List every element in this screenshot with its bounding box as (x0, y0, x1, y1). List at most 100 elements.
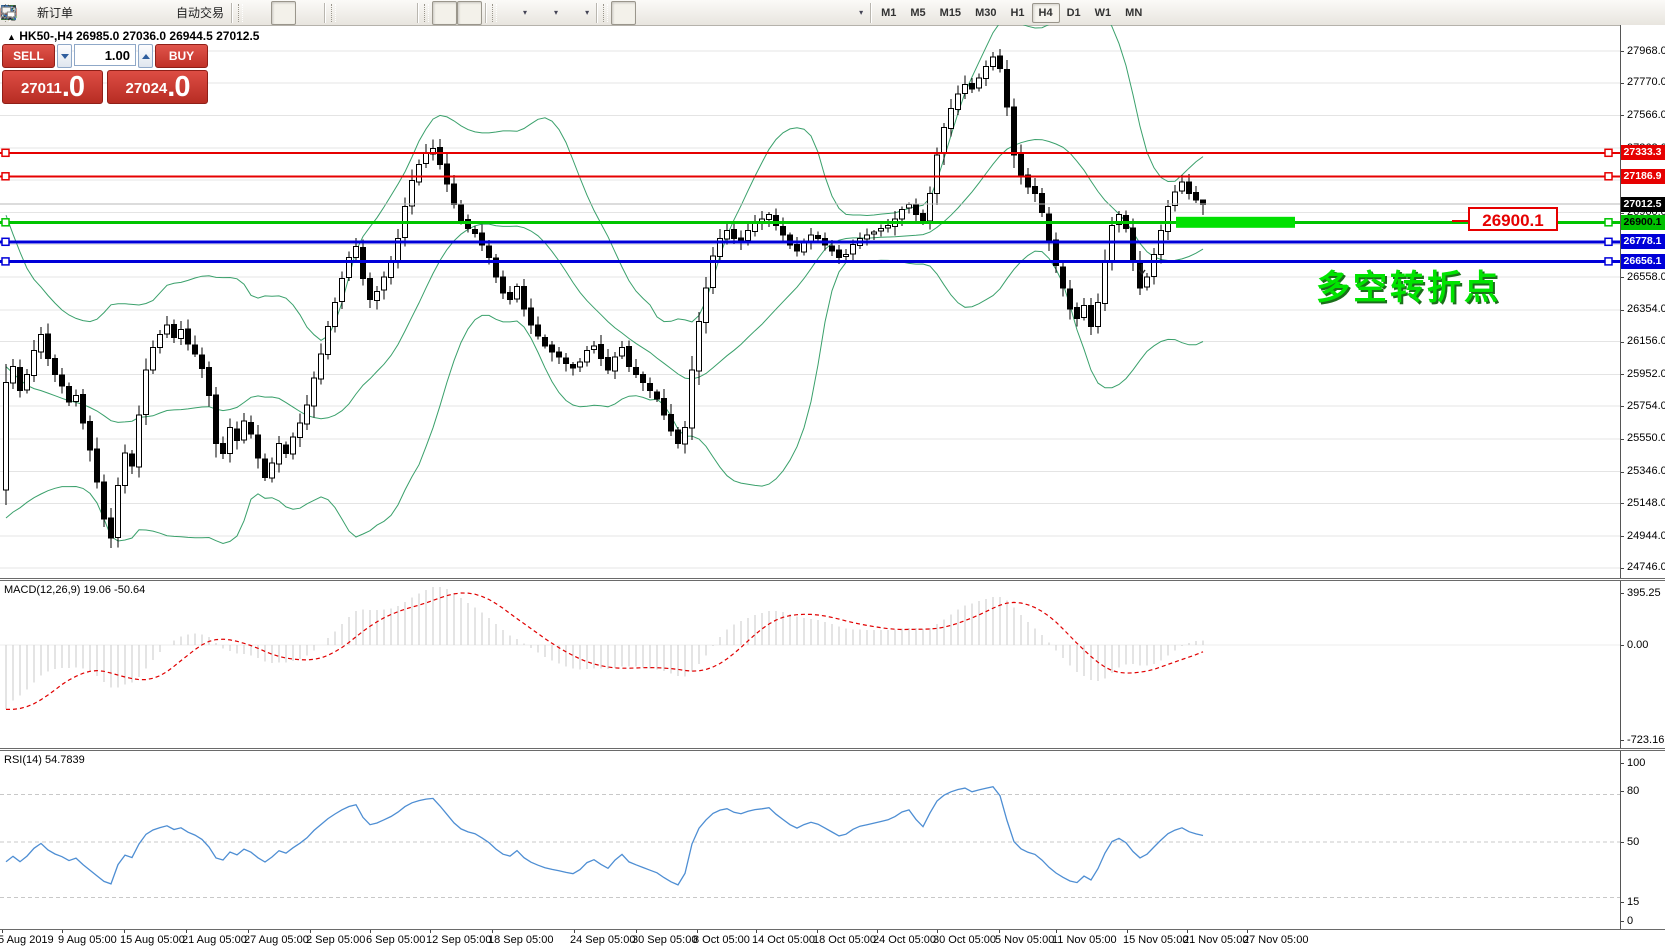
spinner-up-icon (141, 53, 150, 59)
toolbar-separator (231, 2, 233, 23)
time-tick-mark (1056, 930, 1057, 933)
vline-icon (7, 4, 682, 21)
bars-chart-button[interactable] (2, 1, 271, 25)
autotrading-button[interactable]: 自动交易 (0, 1, 228, 25)
zoom-in-button[interactable] (1, 1, 364, 25)
axis-tick-label: 25148.0 (1627, 496, 1665, 509)
pane-divider[interactable] (0, 578, 1665, 581)
time-tick-mark (186, 930, 187, 933)
time-tick-mark (430, 930, 431, 933)
main-toolbar: 新订单自动交易▾▾▾EFAT▾ M1M5M15M30H1H4D1W1MN (0, 0, 1665, 26)
rsi-indicator-label: RSI(14) 54.7839 (4, 754, 85, 766)
shapes-icon (1, 4, 857, 21)
chart-text-annotation[interactable]: 多空转折点 (1316, 260, 1501, 309)
toolbar-grip (424, 3, 430, 22)
price-line-badge-26778.1: 26778.1 (1620, 234, 1665, 250)
tile-windows-button[interactable] (1, 1, 414, 25)
price-line-badge-27012.5: 27012.5 (1620, 196, 1665, 212)
tile-windows-icon (1, 4, 410, 21)
time-tick-mark (1127, 930, 1128, 933)
price-axis[interactable]: 27968.027770.027566.027362.027164.026960… (1620, 25, 1665, 930)
fibonacci-button[interactable]: F (2, 1, 786, 25)
chat-icon (1, 4, 1651, 21)
timeframe-m1-button[interactable]: M1 (874, 3, 903, 23)
zoom-in-icon (1, 4, 360, 21)
timeframe-w1-button[interactable]: W1 (1088, 3, 1119, 23)
toolbar-right (1, 1, 1663, 25)
zoom-out-button[interactable] (1, 1, 389, 25)
timeframe-m5-button[interactable]: M5 (903, 3, 932, 23)
time-tick-label: 15 Nov 05:00 (1123, 934, 1189, 946)
highlight-trend-segment[interactable] (1176, 216, 1295, 228)
time-tick-label: 14 Oct 05:00 (752, 934, 815, 946)
signals-button[interactable] (1, 1, 152, 25)
toolbar-grip (331, 3, 337, 22)
time-tick-label: 12 Sep 05:00 (426, 934, 492, 946)
ohlc-values: 26985.0 27036.0 26944.5 27012.5 (75, 29, 260, 43)
text-label-button[interactable]: T (1, 1, 836, 25)
crosshair-button[interactable] (1, 1, 661, 25)
indicators-icon (1, 4, 521, 21)
timeframe-mn-button[interactable]: MN (1118, 3, 1149, 23)
dropdown-arrow-icon: ▾ (585, 8, 590, 17)
axis-tick-label: 0 (1627, 914, 1634, 927)
arrows-button[interactable]: ▾ (1, 1, 867, 25)
buy-price-box[interactable]: 27024.0 (107, 70, 208, 104)
time-tick-label: 6 Sep 05:00 (366, 934, 426, 946)
chart-shift-icon (3, 4, 478, 21)
time-tick-label: 27 Nov 05:00 (1243, 934, 1309, 946)
periods-button[interactable]: ▾ (1, 1, 562, 25)
axis-tick-label: 80 (1627, 784, 1640, 797)
line-chart-icon (1, 4, 317, 21)
signals-icon (1, 4, 148, 21)
timeframe-m30-button[interactable]: M30 (968, 3, 1003, 23)
time-tick-label: 30 Sep 05:00 (632, 934, 698, 946)
time-tick-mark (999, 930, 1000, 933)
candlestick-chart-button[interactable] (3, 0, 297, 25)
text-button[interactable]: A (4, 1, 811, 25)
timeframe-toolbar: M1 M5 M15 M30 H1 H4 D1 W1 MN (874, 2, 1149, 23)
volume-input[interactable] (74, 44, 136, 66)
cursor-button[interactable] (4, 0, 637, 25)
timeframe-h4-button[interactable]: H4 (1031, 2, 1060, 23)
trendline-button[interactable] (1, 1, 736, 25)
pane-divider[interactable] (0, 748, 1665, 751)
axis-tick-label: 25754.0 (1627, 399, 1665, 412)
mql5-community-button[interactable] (0, 1, 102, 25)
search-icon (1, 4, 1618, 21)
buy-button[interactable]: BUY (155, 44, 208, 68)
volume-decrease-button[interactable] (57, 44, 72, 68)
auto-scroll-button[interactable] (2, 0, 458, 25)
periods-icon (1, 4, 552, 21)
axis-tick-label: 15 (1627, 895, 1640, 908)
collapse-triangle-icon[interactable]: ▲ (7, 32, 16, 42)
time-tick-label: 5 Nov 05:00 (995, 934, 1055, 946)
sell-price-box[interactable]: 27011.0 (2, 70, 103, 104)
new-order-button[interactable]: 新订单 (1, 1, 77, 25)
rsi-pane-plot[interactable] (0, 751, 1620, 929)
time-axis[interactable]: 5 Aug 2019 9 Aug 05:00 15 Aug 05:00 21 Aug … (0, 929, 1665, 950)
indicators-button[interactable]: ▾ (1, 1, 531, 25)
time-tick-label: 30 Oct 05:00 (933, 934, 996, 946)
chat-button[interactable] (1, 1, 1655, 25)
macd-pane-plot[interactable] (0, 581, 1620, 748)
equidistant-channel-button[interactable]: E (0, 1, 761, 25)
dropdown-arrow-icon: ▾ (554, 8, 559, 17)
timeframe-d1-button[interactable]: D1 (1060, 3, 1088, 23)
volume-increase-button[interactable] (138, 44, 153, 68)
line-chart-button[interactable] (1, 1, 321, 25)
price-callout-label[interactable]: 26900.1 (1468, 207, 1558, 231)
horizontal-line-button[interactable] (1, 1, 711, 25)
sell-button[interactable]: SELL (2, 44, 55, 68)
search-button[interactable] (1, 1, 1622, 25)
chart-shift-button[interactable] (3, 0, 483, 25)
time-tick-label: 5 Aug 2019 (0, 934, 54, 946)
market-button[interactable] (2, 1, 127, 25)
timeframe-m15-button[interactable]: M15 (933, 3, 968, 23)
templates-button[interactable]: ▾ (1, 1, 593, 25)
axis-tick-label: 26558.0 (1627, 270, 1665, 283)
text-icon: A (4, 4, 807, 21)
time-tick-mark (636, 930, 637, 933)
timeframe-h1-button[interactable]: H1 (1003, 3, 1031, 23)
vertical-line-button[interactable] (7, 1, 686, 25)
